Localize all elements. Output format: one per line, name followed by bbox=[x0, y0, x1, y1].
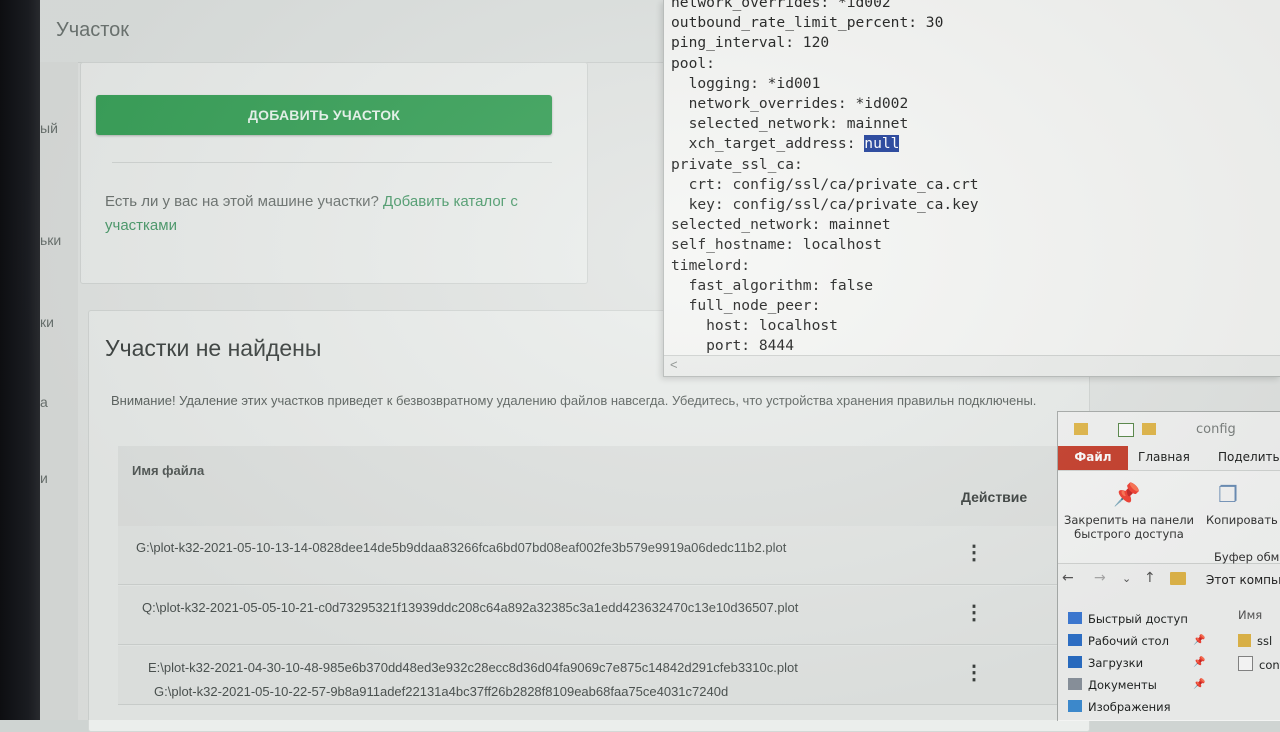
plot-filename: G:\plot-k32-2021-05-10-13-14-0828dee14de… bbox=[136, 540, 787, 555]
desktop-icon bbox=[1068, 634, 1082, 646]
file-icon bbox=[1238, 656, 1253, 671]
forward-icon[interactable]: → bbox=[1094, 570, 1106, 586]
folder-icon bbox=[1170, 572, 1186, 585]
download-icon bbox=[1068, 656, 1082, 668]
address-bar: ← → ⌄ ↑ Этот компьютер bbox=[1058, 567, 1280, 593]
sidebar-item-fragment[interactable]: ый bbox=[40, 120, 58, 136]
nav-desktop[interactable]: Рабочий стол 📌 bbox=[1068, 634, 1208, 656]
copy-icon[interactable]: ❐ bbox=[1218, 483, 1238, 508]
page-title: Участок bbox=[56, 19, 130, 41]
star-icon bbox=[1068, 612, 1082, 624]
file-list: ssl config bbox=[1238, 634, 1280, 678]
tab-home[interactable]: Главная bbox=[1138, 450, 1190, 464]
document-icon bbox=[1068, 678, 1082, 690]
clipboard-group-label: Буфер обмена bbox=[1214, 550, 1280, 564]
image-icon bbox=[1068, 700, 1082, 712]
file-explorer-window: config Файл Главная Поделиться 📌 ❐ Закре… bbox=[1057, 411, 1280, 721]
divider bbox=[112, 162, 552, 163]
folder-icon bbox=[1074, 423, 1088, 435]
plot-directory-question: Есть ли у вас на этой машине участки? До… bbox=[105, 190, 575, 238]
new-folder-icon[interactable] bbox=[1142, 423, 1156, 435]
table-header: Имя файла Действие bbox=[118, 446, 1058, 527]
sidebar-item-fragment[interactable]: а bbox=[40, 394, 48, 410]
config-yaml-text[interactable]: network_overrides: *id002 outbound_rate_… bbox=[671, 0, 979, 357]
ribbon: 📌 ❐ Закрепить на панели быстрого доступа… bbox=[1058, 471, 1280, 564]
back-icon[interactable]: ← bbox=[1062, 570, 1074, 586]
plot-filename: Q:\plot-k32-2021-05-05-10-21-c0d73295321… bbox=[142, 600, 799, 615]
add-plot-button[interactable]: ДОБАВИТЬ УЧАСТОК bbox=[96, 95, 552, 135]
pin-icon: 📌 bbox=[1193, 657, 1206, 668]
copy-button[interactable]: Копировать В bbox=[1206, 513, 1280, 527]
list-item[interactable]: config bbox=[1238, 656, 1280, 678]
navigation-pane: Быстрый доступ Рабочий стол 📌 Загрузки 📌 Д… bbox=[1068, 612, 1208, 721]
up-icon[interactable]: ↑ bbox=[1144, 570, 1156, 586]
properties-icon[interactable] bbox=[1118, 423, 1134, 437]
window-title: config bbox=[1196, 422, 1236, 437]
nav-pictures[interactable]: Изображения bbox=[1068, 700, 1208, 721]
explorer-titlebar: config bbox=[1070, 420, 1280, 442]
scroll-left-icon[interactable]: < bbox=[670, 357, 678, 372]
plots-table: Имя файла Действие G:\plot-k32-2021-05-1… bbox=[118, 446, 1058, 726]
tab-file[interactable]: Файл bbox=[1058, 446, 1128, 470]
sidebar-item-fragment[interactable]: и bbox=[40, 470, 48, 486]
question-text: Есть ли у вас на этой машине участки? bbox=[105, 193, 384, 210]
column-header-action: Действие bbox=[961, 489, 1028, 505]
selected-text[interactable]: null bbox=[864, 135, 900, 153]
more-vert-icon[interactable]: ⋮ bbox=[964, 543, 984, 563]
pin-icon: 📌 bbox=[1193, 679, 1206, 690]
pin-to-quick-access-button[interactable]: Закрепить на панели быстрого доступа bbox=[1062, 513, 1196, 541]
column-header-filename[interactable]: Имя файла bbox=[132, 463, 204, 478]
table-row: G:\plot-k32-2021-05-10-13-14-0828dee14de… bbox=[118, 526, 1058, 585]
folder-icon bbox=[1238, 634, 1251, 647]
list-item[interactable]: ssl bbox=[1238, 634, 1280, 656]
table-row: Q:\plot-k32-2021-05-05-10-21-c0d73295321… bbox=[118, 586, 1058, 645]
pin-icon: 📌 bbox=[1193, 635, 1206, 646]
nav-quick-access[interactable]: Быстрый доступ bbox=[1068, 612, 1208, 634]
editor-text: private_ssl_ca: crt: config/ssl/ca/priva… bbox=[671, 155, 979, 355]
breadcrumb[interactable]: Этот компьютер bbox=[1206, 573, 1280, 587]
delete-warning-text: Внимание! Удаление этих участков приведе… bbox=[111, 393, 1037, 408]
recent-locations-icon[interactable]: ⌄ bbox=[1122, 572, 1131, 585]
sidebar-item-fragment[interactable]: ки bbox=[40, 314, 54, 330]
horizontal-scrollbar[interactable]: < bbox=[664, 355, 1280, 376]
editor-text: network_overrides: *id002 outbound_rate_… bbox=[671, 0, 944, 153]
plots-section-title: Участки не найдены bbox=[105, 335, 322, 361]
nav-documents[interactable]: Документы 📌 bbox=[1068, 678, 1208, 700]
table-row: G:\plot-k32-2021-05-10-22-57-9b8a911adef… bbox=[118, 672, 1058, 732]
yaml-editor-window[interactable]: network_overrides: *id002 outbound_rate_… bbox=[663, 0, 1280, 377]
sidebar-item-fragment[interactable]: ьки bbox=[40, 232, 61, 248]
column-header-name[interactable]: Имя bbox=[1238, 608, 1262, 622]
tab-share[interactable]: Поделиться bbox=[1218, 450, 1280, 464]
ribbon-tabs: Файл Главная Поделиться bbox=[1058, 446, 1280, 471]
monitor-bezel bbox=[0, 0, 40, 720]
sidebar: ый ьки ки а и bbox=[40, 62, 78, 720]
more-vert-icon[interactable]: ⋮ bbox=[964, 603, 984, 623]
plot-filename: G:\plot-k32-2021-05-10-22-57-9b8a911adef… bbox=[154, 684, 729, 699]
nav-downloads[interactable]: Загрузки 📌 bbox=[1068, 656, 1208, 678]
pin-icon[interactable]: 📌 bbox=[1113, 483, 1140, 508]
